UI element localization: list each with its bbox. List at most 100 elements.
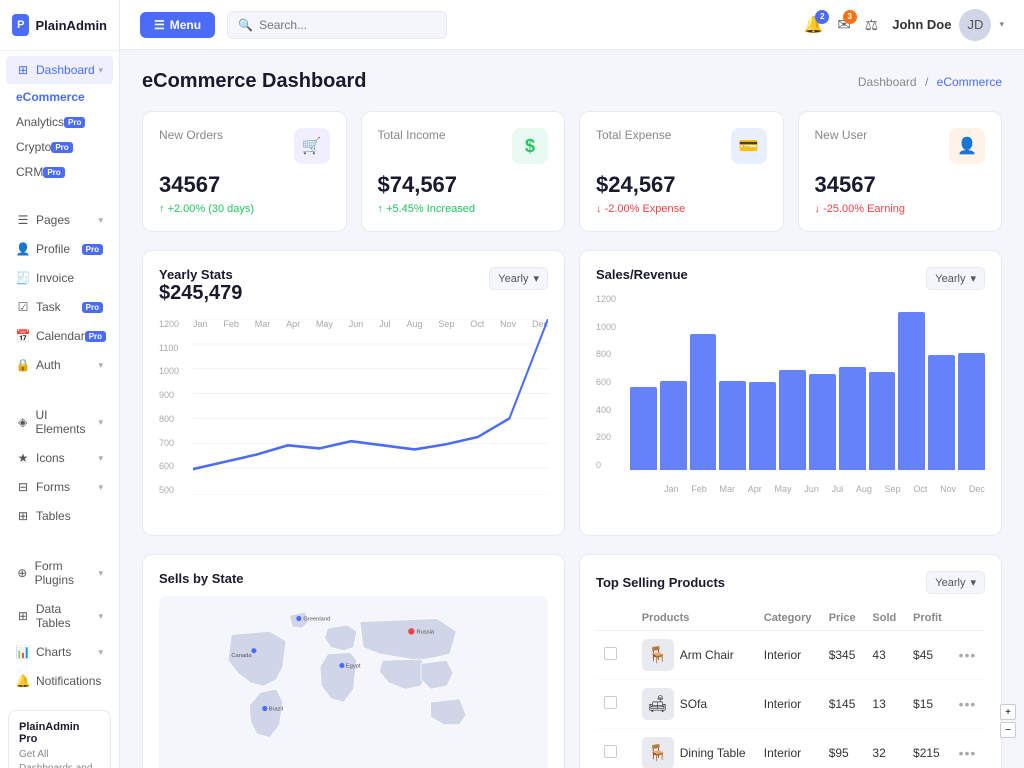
bar-apr: [719, 381, 746, 470]
dashboard-icon: ⊞: [16, 63, 30, 77]
table-row: 🪑 Arm Chair Interior $345 43 $45 •••: [596, 631, 985, 680]
yearly-dropdown-label: Yearly: [498, 273, 528, 285]
yearly-stats-dropdown[interactable]: Yearly ▾: [489, 267, 548, 290]
message-icon-wrap[interactable]: ✉ 3: [837, 15, 850, 35]
pin-brazil: [262, 706, 267, 711]
sidebar-item-profile[interactable]: 👤 Profile Pro: [6, 235, 113, 263]
change-text-expense: -2.00% Expense: [605, 203, 686, 215]
more-options-button-0[interactable]: •••: [959, 647, 977, 663]
chevron-forms: ▾: [98, 482, 103, 493]
profile-icon: 👤: [16, 242, 30, 256]
sidebar-item-task[interactable]: ☑ Task Pro: [6, 293, 113, 321]
more-options-button-2[interactable]: •••: [959, 745, 977, 761]
filter-icon[interactable]: ⚖: [865, 16, 878, 34]
stat-card-header-user: New User 👤: [815, 128, 986, 164]
row-sold-2: 32: [864, 729, 905, 768]
stat-label-orders: New Orders: [159, 128, 223, 142]
stat-card-total-income: Total Income $ $74,567 ↑ +5.45% Increase…: [361, 111, 566, 232]
sales-revenue-header: Sales/Revenue Yearly ▾: [596, 267, 985, 290]
product-name-wrap-0: 🪑 Arm Chair: [642, 639, 748, 671]
sidebar-item-notifications[interactable]: 🔔 Notifications: [6, 667, 113, 695]
sells-by-state-card: Sells by State: [142, 554, 565, 768]
se-asia-shape: [421, 660, 453, 689]
sidebar-item-tables[interactable]: ⊞ Tables: [6, 502, 113, 530]
page-title: eCommerce Dashboard: [142, 70, 367, 93]
crypto-badge: Pro: [51, 142, 72, 153]
sales-revenue-title: Sales/Revenue: [596, 267, 688, 282]
bar-mar: [690, 334, 717, 470]
sidebar-item-ecommerce[interactable]: eCommerce: [6, 85, 113, 109]
notifications-icon: 🔔: [16, 674, 30, 688]
row-more-1: •••: [951, 680, 985, 729]
bar-dec: [958, 353, 985, 470]
line-chart-wrap: 1200 1100 1000 900 800 700 600 500: [159, 319, 548, 519]
search-box[interactable]: 🔍: [227, 11, 447, 39]
col-category: Category: [756, 606, 821, 631]
sidebar-item-icons[interactable]: ★ Icons ▾: [6, 444, 113, 472]
user-profile-menu[interactable]: John Doe JD ▾: [892, 9, 1004, 41]
more-options-button-1[interactable]: •••: [959, 696, 977, 712]
user-name: John Doe: [892, 17, 951, 32]
row-product-1: 🛋 SOfa: [634, 680, 756, 729]
pages-icon: ☰: [16, 213, 30, 227]
arrow-up-icon: ↑: [159, 203, 165, 215]
breadcrumb-separator: /: [925, 75, 928, 89]
sidebar-item-calendar[interactable]: 📅 Calendar Pro: [6, 322, 113, 350]
products-dropdown-label: Yearly: [935, 577, 965, 589]
page-header: eCommerce Dashboard Dashboard / eCommerc…: [142, 70, 1002, 93]
invoice-label: Invoice: [36, 271, 74, 285]
search-input[interactable]: [259, 18, 436, 32]
task-icon: ☑: [16, 300, 30, 314]
label-brazil: Brazil: [269, 706, 283, 712]
products-dropdown[interactable]: Yearly ▾: [926, 571, 985, 594]
sidebar-item-crm[interactable]: CRM Pro: [6, 160, 113, 184]
row-category-0: Interior: [756, 631, 821, 680]
sales-revenue-dropdown[interactable]: Yearly ▾: [926, 267, 985, 290]
sidebar-item-pages[interactable]: ☰ Pages ▾: [6, 206, 113, 234]
form-plugins-label: Form Plugins: [35, 559, 99, 587]
row-check-1: [596, 680, 634, 729]
sidebar-item-data-tables[interactable]: ⊞ Data Tables ▾: [6, 595, 113, 637]
auth-label: Auth: [36, 358, 61, 372]
row-profit-1: $15: [905, 680, 951, 729]
label-canada: Canada: [231, 653, 252, 659]
invoice-icon: 🧾: [16, 271, 30, 285]
sidebar-item-analytics[interactable]: Analytics Pro: [6, 110, 113, 134]
sidebar-item-dashboard[interactable]: ⊞ Dashboard ▾: [6, 56, 113, 84]
checkbox-0[interactable]: [604, 647, 617, 660]
icons-icon: ★: [16, 451, 30, 465]
sidebar-item-form-plugins[interactable]: ⊕ Form Plugins ▾: [6, 552, 113, 594]
label-russia: Russia: [417, 629, 435, 635]
chevron-data-tables: ▾: [98, 611, 103, 622]
stat-change-income: ↑ +5.45% Increased: [378, 203, 549, 215]
sidebar-item-crypto[interactable]: Crypto Pro: [6, 135, 113, 159]
sidebar-item-invoice[interactable]: 🧾 Invoice: [6, 264, 113, 292]
sidebar-item-forms[interactable]: ⊟ Forms ▾: [6, 473, 113, 501]
hamburger-icon: ☰: [154, 18, 165, 32]
zoom-out-button[interactable]: −: [1000, 722, 1016, 738]
col-sold: Sold: [864, 606, 905, 631]
checkbox-2[interactable]: [604, 745, 617, 758]
checkbox-1[interactable]: [604, 696, 617, 709]
forms-label: Forms: [36, 480, 70, 494]
arrow-down-icon-expense: ↓: [596, 203, 602, 215]
notification-bell-wrap[interactable]: 🔔 2: [803, 15, 823, 35]
bar-jun: [779, 370, 806, 470]
bar-jan: [630, 387, 657, 470]
logo-text: PlainAdmin: [35, 18, 107, 33]
logo-icon: P: [12, 14, 29, 36]
zoom-in-button[interactable]: +: [1000, 704, 1016, 720]
sidebar-item-auth[interactable]: 🔒 Auth ▾: [6, 351, 113, 379]
pin-greenland: [296, 616, 301, 621]
forms-icon: ⊟: [16, 480, 30, 494]
stat-label-user: New User: [815, 128, 868, 142]
profile-label: Profile: [36, 242, 70, 256]
bar-may: [749, 382, 776, 470]
south-asia-shape: [379, 659, 427, 689]
y-axis-labels-sales: 1200 1000 800 600 400 200 0: [596, 294, 626, 470]
sidebar-item-ui-elements[interactable]: ◈ UI Elements ▾: [6, 401, 113, 443]
row-product-2: 🪑 Dining Table: [634, 729, 756, 768]
yearly-stats-value: $245,479: [159, 282, 242, 305]
sidebar-item-charts[interactable]: 📊 Charts ▾: [6, 638, 113, 666]
menu-button[interactable]: ☰ Menu: [140, 12, 215, 38]
